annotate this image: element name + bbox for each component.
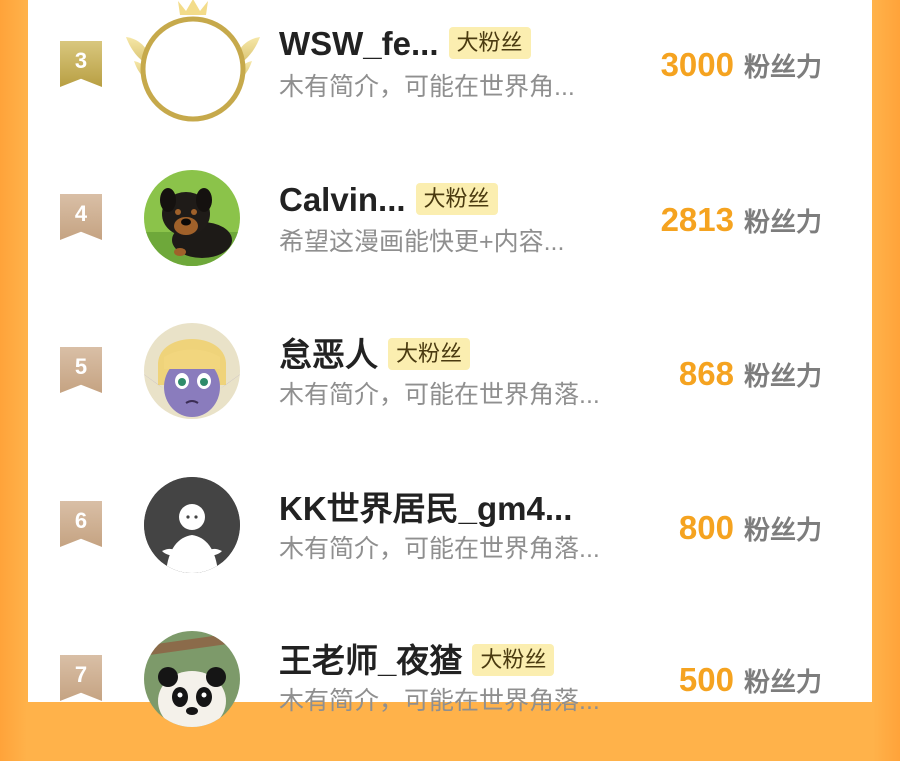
big-fan-badge: 大粉丝 xyxy=(472,644,555,677)
rottweiler-dog-avatar[interactable] xyxy=(144,170,240,266)
fan-power-score: 500 粉丝力 xyxy=(679,660,822,707)
score-unit: 粉丝力 xyxy=(743,207,822,237)
fan-ranking-list: 3 WSW_fe... 大粉丝 木有简介，可能在世界角... 3000 粉丝力 … xyxy=(28,0,872,727)
user-intro: 希望这漫画能快更+内容... xyxy=(279,228,565,256)
rank-ribbon: 4 xyxy=(60,194,102,240)
score-value: 2813 xyxy=(660,201,734,238)
fan-power-score: 800 粉丝力 xyxy=(679,508,822,555)
ranking-row[interactable]: 7 王老师_夜猹 大粉丝 木有简介，可能在世界角落... 500 粉丝力 xyxy=(28,611,872,761)
rank-ribbon: 3 xyxy=(60,41,102,87)
score-value: 800 xyxy=(678,509,734,546)
panda-avatar-image xyxy=(144,631,240,727)
user-name[interactable]: 王老师_夜猹 大粉丝 xyxy=(279,641,555,681)
score-value: 500 xyxy=(678,661,734,698)
score-unit: 粉丝力 xyxy=(743,52,822,82)
user-intro: 木有简介，可能在世界角落... xyxy=(279,687,600,715)
default-user-avatar-icon[interactable] xyxy=(144,477,240,573)
panda-avatar[interactable] xyxy=(144,631,240,727)
score-unit: 粉丝力 xyxy=(743,361,822,391)
elf-avatar-image xyxy=(144,323,240,419)
rank-ribbon: 5 xyxy=(60,347,102,393)
score-unit: 粉丝力 xyxy=(743,515,822,545)
dog-avatar-image xyxy=(144,170,240,266)
big-fan-badge: 大粉丝 xyxy=(448,27,531,60)
score-unit: 粉丝力 xyxy=(743,667,822,697)
fan-power-score: 868 粉丝力 xyxy=(679,354,822,401)
big-fan-badge: 大粉丝 xyxy=(415,183,498,216)
ghost-user-icon xyxy=(144,477,240,573)
ranking-row[interactable]: 6 KK世界居民_gm4... 木有简介，可能在世界角落... 800 粉丝力 xyxy=(28,457,872,607)
rank-ribbon: 7 xyxy=(60,655,102,701)
user-intro: 木有简介，可能在世界角落... xyxy=(279,535,600,563)
ranking-row[interactable]: 4 Calvin... 大粉丝 希望这漫画能快更+内容... 2813 粉丝力 xyxy=(28,150,872,300)
user-name[interactable]: Calvin... 大粉丝 xyxy=(279,180,498,220)
user-name[interactable]: WSW_fe... 大粉丝 xyxy=(279,24,531,64)
fan-power-score: 2813 粉丝力 xyxy=(661,200,822,247)
crown-wings-icon xyxy=(126,0,260,122)
user-intro: 木有简介，可能在世界角落... xyxy=(279,381,600,409)
crowned-frame-avatar[interactable] xyxy=(120,0,266,123)
fan-power-score: 3000 粉丝力 xyxy=(661,45,822,92)
user-intro: 木有简介，可能在世界角... xyxy=(279,73,575,101)
rank-ribbon: 6 xyxy=(60,501,102,547)
ranking-row[interactable]: 5 怠恶人 大粉丝 木有简介，可能在世界角落... 868 粉丝力 xyxy=(28,303,872,453)
ranking-row[interactable]: 3 WSW_fe... 大粉丝 木有简介，可能在世界角... 3000 粉丝力 xyxy=(28,0,872,147)
anime-elf-avatar[interactable] xyxy=(144,323,240,419)
score-value: 3000 xyxy=(660,46,734,83)
user-name[interactable]: KK世界居民_gm4... xyxy=(279,489,572,529)
big-fan-badge: 大粉丝 xyxy=(388,338,471,371)
user-name[interactable]: 怠恶人 大粉丝 xyxy=(279,335,471,375)
score-value: 868 xyxy=(678,355,734,392)
